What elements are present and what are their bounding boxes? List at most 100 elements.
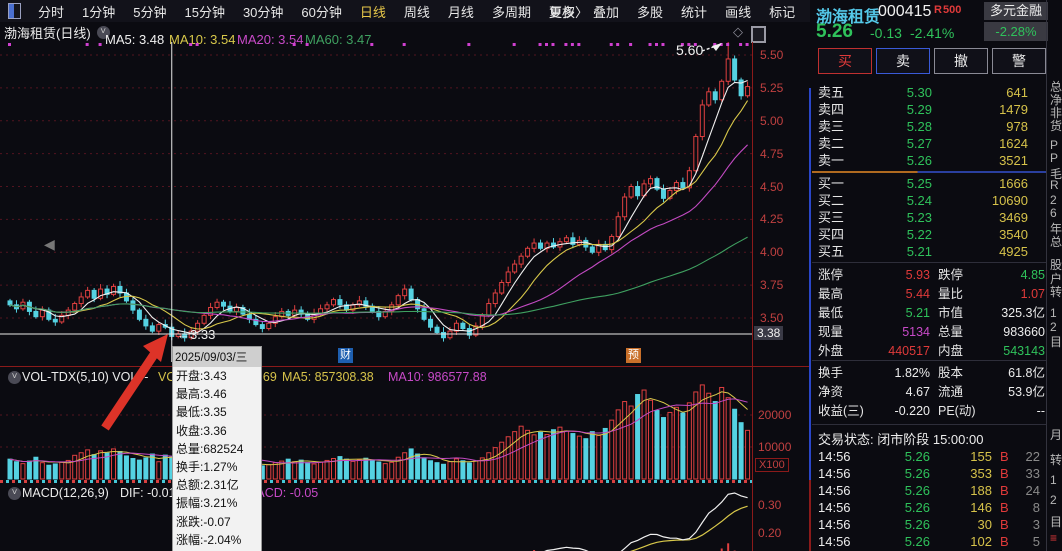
- stat-label: 收益(三): [818, 404, 864, 418]
- tab-15分钟[interactable]: 15分钟: [175, 2, 233, 21]
- tab-30分钟[interactable]: 30分钟: [234, 2, 292, 21]
- period-tabs: 分时 1分钟 5分钟 15分钟 30分钟 60分钟 日线 周线 月线 多周期 更多〉: [29, 2, 597, 21]
- stock-header: 渤海租赁 000415 R 500 多元金融 5.26 -0.13 -2.41%…: [812, 0, 1062, 44]
- stat-value: 61.8亿: [1008, 366, 1045, 380]
- panel-border-red: [809, 480, 811, 551]
- clipped-glyph: 2: [1050, 193, 1057, 207]
- bid-row[interactable]: 买一 5.25 1666: [812, 175, 1048, 192]
- vol-unit: X100: [755, 458, 789, 472]
- ask-row[interactable]: 卖一 5.26 3521: [812, 152, 1048, 169]
- level-label: 买四: [818, 227, 845, 242]
- price-tick-4.25: 4.25: [760, 212, 784, 227]
- level-price: 5.30: [906, 85, 932, 100]
- clipped-glyph: 2: [1050, 320, 1057, 334]
- chevron-down-icon[interactable]: ˅: [8, 371, 21, 384]
- ask-row[interactable]: 卖四 5.29 1479: [812, 101, 1048, 118]
- clipped-glyph: 转: [1050, 453, 1062, 467]
- level-label: 卖一: [818, 153, 845, 168]
- trade-row[interactable]: 14:56 5.26 102 B 5: [812, 533, 1062, 550]
- trade-row[interactable]: 14:56 5.26 188 B 24: [812, 482, 1062, 499]
- level-label: 卖四: [818, 102, 845, 117]
- menu-多股[interactable]: 多股: [628, 2, 672, 21]
- trade-direction: B: [1000, 449, 1009, 464]
- bid-row[interactable]: 买四 5.22 3540: [812, 226, 1048, 243]
- crosshair-axis-tag: 3.38: [754, 326, 784, 340]
- price-tick-5.00: 5.00: [760, 113, 784, 128]
- sector-badge[interactable]: 多元金融: [984, 2, 1048, 20]
- tab-月线[interactable]: 月线: [439, 2, 483, 21]
- menu-标记[interactable]: 标记: [760, 2, 804, 21]
- diamond-icon[interactable]: ◇: [733, 24, 743, 40]
- level-price: 5.28: [906, 119, 932, 134]
- forecast-badge[interactable]: 预: [626, 348, 641, 363]
- clipped-glyph: 1: [1050, 473, 1057, 487]
- order-button-警[interactable]: 警: [992, 48, 1046, 74]
- level-label: 买五: [818, 244, 845, 259]
- price-tick-4.50: 4.50: [760, 179, 784, 194]
- stat-value: 5.44: [905, 287, 930, 301]
- candlestick-svg: [0, 42, 752, 362]
- price-change-pct: -2.41%: [910, 25, 955, 41]
- tab-60分钟[interactable]: 60分钟: [292, 2, 350, 21]
- tab-1分钟[interactable]: 1分钟: [73, 2, 124, 21]
- level-volume: 3469: [999, 210, 1028, 225]
- stat-value: --: [1036, 404, 1045, 418]
- candlestick-chart[interactable]: 5.60 ←3.33 3.38 5.50 5.25 5.00 4.75 4.50 4.25…: [0, 42, 810, 363]
- tooltip-row: 涨幅:-2.04%: [176, 532, 242, 547]
- trade-direction: B: [1000, 483, 1009, 498]
- trade-row[interactable]: 14:56 5.26 155 B 22: [812, 448, 1062, 465]
- tab-5分钟[interactable]: 5分钟: [124, 2, 175, 21]
- order-button-卖[interactable]: 卖: [876, 48, 930, 74]
- tooltip-row: 总量:682524: [176, 441, 244, 456]
- trade-row[interactable]: 14:56 5.26 30 B 3: [812, 516, 1062, 533]
- stat-label: 最高: [818, 287, 844, 301]
- level-volume: 1666: [999, 176, 1028, 191]
- stat-label: 总量: [938, 325, 964, 339]
- tab-日线[interactable]: 日线: [351, 2, 395, 21]
- tab-周线[interactable]: 周线: [395, 2, 439, 21]
- trade-price: 5.26: [904, 517, 930, 532]
- finance-report-badge[interactable]: 财: [338, 348, 353, 363]
- stat-label: 现量: [818, 325, 844, 339]
- stat-value: 1.07: [1020, 287, 1045, 301]
- stat-row: 现量 5134 总量 983660: [812, 323, 1062, 342]
- menu-统计[interactable]: 统计: [672, 2, 716, 21]
- macd-tick-030: 0.30: [758, 498, 782, 512]
- stat-label: 股本: [938, 366, 964, 380]
- trade-count: 24: [1025, 483, 1040, 498]
- scroll-left-icon[interactable]: ◀: [44, 236, 55, 253]
- trade-volume: 30: [977, 517, 992, 532]
- chevron-down-icon[interactable]: ˅: [8, 487, 21, 500]
- ask-row[interactable]: 卖五 5.30 641: [812, 84, 1048, 101]
- ask-row[interactable]: 卖二 5.27 1624: [812, 135, 1048, 152]
- macd-pane[interactable]: ˅ MACD(12,26,9) DIF: -0.01 DEA: -0.03 MA…: [0, 480, 810, 551]
- maximize-icon[interactable]: [751, 26, 766, 43]
- vol-tick-10000: 10000: [758, 440, 792, 454]
- clipped-glyph: 6: [1050, 206, 1057, 220]
- ask-row[interactable]: 卖三 5.28 978: [812, 118, 1048, 135]
- tab-分时[interactable]: 分时: [29, 2, 73, 21]
- trade-time: 14:56: [818, 534, 851, 549]
- level-volume: 3540: [999, 227, 1028, 242]
- stat-label: 流通: [938, 385, 964, 399]
- trade-row[interactable]: 14:56 5.26 353 B 33: [812, 465, 1062, 482]
- order-button-买[interactable]: 买: [818, 48, 872, 74]
- tooltip-row: 最高:3.46: [176, 387, 227, 402]
- level-label: 买一: [818, 176, 845, 191]
- bid-row[interactable]: 买三 5.23 3469: [812, 209, 1048, 226]
- trade-time: 14:56: [818, 483, 851, 498]
- peak-price-annotation: 5.60: [676, 42, 704, 58]
- bid-row[interactable]: 买五 5.21 4925: [812, 243, 1048, 260]
- level-price: 5.22: [906, 227, 932, 242]
- bid-row[interactable]: 买二 5.24 10690: [812, 192, 1048, 209]
- menu-复权[interactable]: 复权: [540, 2, 584, 21]
- order-button-撤[interactable]: 撤: [934, 48, 988, 74]
- level-volume: 3521: [999, 153, 1028, 168]
- trade-direction: B: [1000, 466, 1009, 481]
- level-price: 5.24: [906, 193, 932, 208]
- tab-多周期[interactable]: 多周期: [483, 2, 540, 21]
- menu-叠加[interactable]: 叠加: [584, 2, 628, 21]
- stat-row: 最高 5.44 量比 1.07: [812, 285, 1062, 304]
- trade-row[interactable]: 14:56 5.26 146 B 8: [812, 499, 1062, 516]
- menu-画线[interactable]: 画线: [716, 2, 760, 21]
